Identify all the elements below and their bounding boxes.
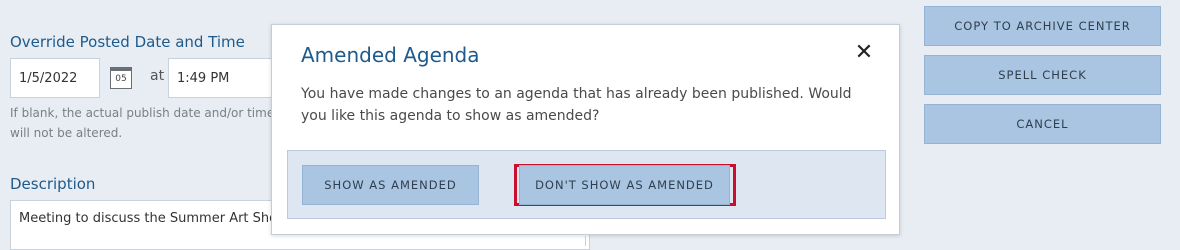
at-label: at [150, 68, 165, 84]
calendar-icon[interactable]: 05 [110, 67, 132, 89]
cancel-button[interactable]: CANCEL [924, 104, 1161, 144]
spell-check-button[interactable]: SPELL CHECK [924, 55, 1161, 95]
date-input[interactable]: 1/5/2022 [10, 58, 100, 98]
description-label: Description [10, 175, 96, 193]
override-date-label: Override Posted Date and Time [10, 33, 245, 51]
publish-help-text: If blank, the actual publish date and/or… [10, 106, 275, 140]
copy-to-archive-button[interactable]: COPY TO ARCHIVE CENTER [924, 6, 1161, 46]
divider [585, 236, 586, 246]
dialog-title: Amended Agenda [301, 43, 480, 67]
dialog-footer: SHOW AS AMENDED DON'T SHOW AS AMENDED [287, 150, 886, 219]
dont-show-as-amended-button[interactable]: DON'T SHOW AS AMENDED [519, 165, 730, 205]
show-as-amended-button[interactable]: SHOW AS AMENDED [302, 165, 479, 205]
amended-agenda-dialog: Amended Agenda ✕ You have made changes t… [271, 24, 900, 235]
close-icon[interactable]: ✕ [853, 41, 875, 65]
time-input[interactable]: 1:49 PM [168, 58, 278, 98]
dialog-message: You have made changes to an agenda that … [301, 86, 852, 124]
